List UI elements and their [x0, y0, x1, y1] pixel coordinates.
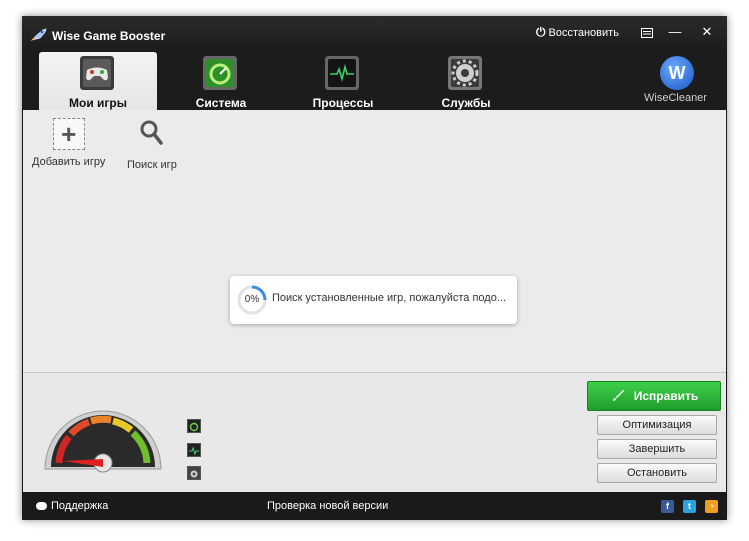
support-link[interactable]: Поддержка	[36, 500, 108, 512]
restore-button[interactable]: ⏻ Восстановить	[536, 25, 619, 40]
facebook-icon[interactable]: f	[661, 500, 674, 513]
optimize-button[interactable]: Оптимизация	[597, 415, 717, 435]
progress-message: Поиск установленные игр, пожалуйста подо…	[272, 292, 506, 304]
restore-icon: ⏻	[536, 25, 546, 39]
tab-system-label: Система	[195, 96, 247, 110]
boost-panel: Исправить Оптимизация Завершить Останови…	[23, 372, 726, 493]
games-panel: + Добавить игру Поиск игр 0% Поиск устан…	[23, 110, 726, 372]
title-bar: Wise Game Booster ⏻ Восстановить — ✕	[22, 16, 727, 50]
processes-mini-icon[interactable]	[187, 443, 201, 457]
status-bar: Поддержка Проверка новой версии f t ◔	[22, 492, 727, 520]
menu-icon	[641, 27, 653, 38]
wisecleaner-logo[interactable]: W	[660, 56, 694, 90]
rocket-icon	[612, 390, 624, 401]
tab-my-games-label: Мои игры	[69, 96, 127, 110]
services-mini-icon[interactable]	[187, 466, 201, 480]
menu-button[interactable]	[634, 22, 660, 42]
scan-progress-dialog: 0% Поиск установленные игр, пожалуйста п…	[230, 276, 517, 324]
search-icon	[140, 120, 163, 145]
close-button[interactable]: ✕	[694, 22, 720, 42]
stop-button[interactable]: Остановить	[597, 463, 717, 483]
add-game-label: Добавить игру	[32, 156, 106, 168]
heartbeat-monitor-icon	[325, 56, 359, 90]
rss-icon[interactable]: ◔	[705, 500, 718, 513]
fix-button[interactable]: Исправить	[587, 381, 721, 411]
gamepad-icon	[80, 56, 114, 90]
tab-processes[interactable]: Процессы	[284, 52, 402, 110]
fix-label: Исправить	[633, 389, 699, 403]
finish-button[interactable]: Завершить	[597, 439, 717, 459]
system-mini-icon[interactable]	[187, 419, 201, 433]
check-update-link[interactable]: Проверка новой версии	[267, 500, 388, 512]
app-title: Wise Game Booster	[52, 29, 166, 43]
chat-bubble-icon	[36, 502, 47, 510]
search-games-button[interactable]: Поиск игр	[127, 118, 177, 171]
minimize-button[interactable]: —	[662, 22, 688, 42]
tab-system[interactable]: Система	[162, 52, 280, 110]
gear-icon	[448, 56, 482, 90]
progress-percent: 0%	[244, 294, 260, 305]
support-label: Поддержка	[51, 500, 109, 512]
tab-services-label: Службы	[441, 96, 491, 110]
tab-processes-label: Процессы	[312, 96, 374, 110]
twitter-icon[interactable]: t	[683, 500, 696, 513]
restore-label: Восстановить	[548, 26, 619, 39]
speedometer-gauge-icon	[44, 410, 162, 473]
main-navigation: Мои игры Система Процессы Службы W WiseC…	[22, 50, 727, 110]
app-window: Wise Game Booster ⏻ Восстановить — ✕ Мои	[22, 16, 727, 520]
system-gauge-icon	[203, 56, 237, 90]
wisecleaner-label[interactable]: WiseCleaner	[644, 92, 707, 104]
tab-services[interactable]: Службы	[407, 52, 525, 110]
add-game-button[interactable]: + Добавить игру	[32, 118, 105, 168]
add-icon: +	[52, 118, 85, 150]
rocket-logo-icon	[30, 28, 47, 41]
search-games-label: Поиск игр	[127, 159, 177, 171]
tab-my-games[interactable]: Мои игры	[39, 52, 157, 110]
